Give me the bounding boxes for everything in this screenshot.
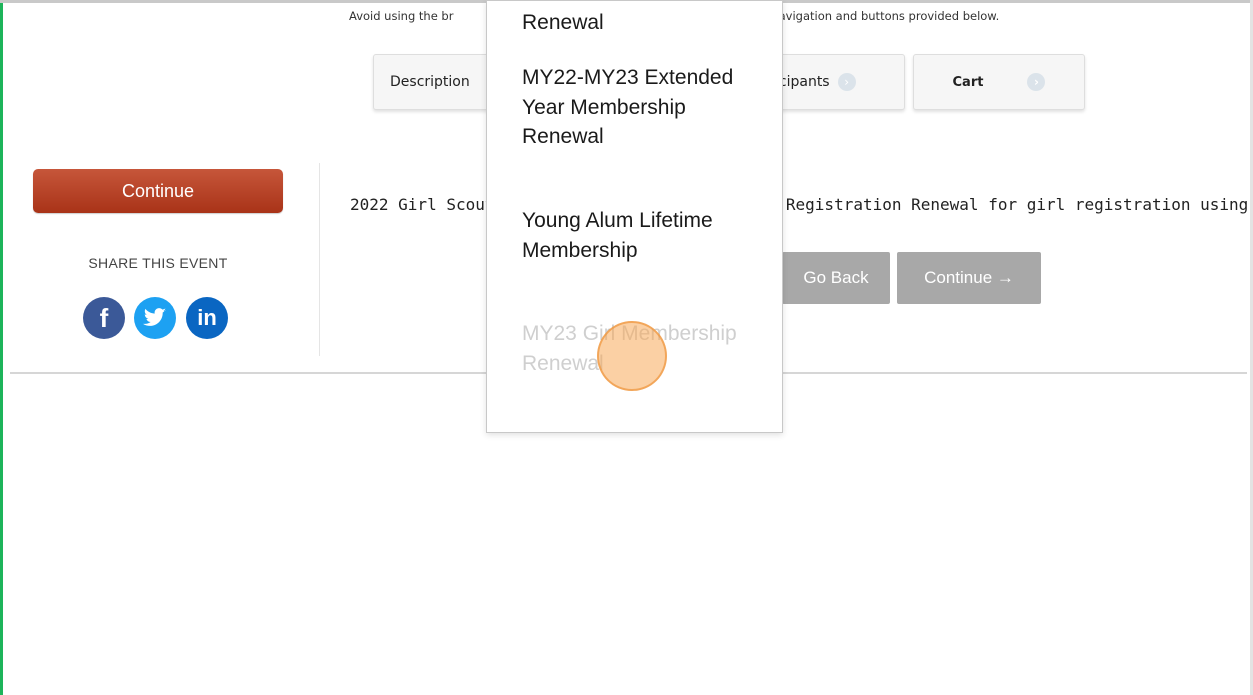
dropdown-option[interactable]: Young Alum Lifetime Membership <box>522 206 762 265</box>
chevron-right-icon: › <box>1027 73 1046 91</box>
linkedin-icon[interactable]: in <box>186 297 228 339</box>
dropdown-option[interactable]: Renewal <box>522 8 762 38</box>
event-description: 2022 Girl Scout ip Registration Renewal … <box>350 195 1253 214</box>
twitter-icon[interactable]: t <box>134 297 176 339</box>
tab-participants-label: icipants <box>775 74 830 90</box>
chevron-right-icon: › <box>837 73 856 91</box>
continue-button[interactable]: Continue → <box>897 252 1041 304</box>
tab-cart[interactable]: Cart › <box>913 54 1085 110</box>
dropdown-option[interactable]: MY22-MY23 Extended Year Membership Renew… <box>522 63 762 152</box>
facebook-glyph: f <box>99 302 109 333</box>
click-indicator <box>597 321 667 391</box>
notice-right-text: the navigation and buttons provided belo… <box>748 9 1000 23</box>
sidebar-continue-button[interactable]: Continue <box>33 169 283 213</box>
tab-cart-label: Cart <box>952 74 984 90</box>
event-description-left: 2022 Girl Scout <box>350 195 495 214</box>
window-left-border <box>0 0 3 695</box>
share-event-title: SHARE THIS EVENT <box>88 255 228 271</box>
twitter-bird-glyph <box>143 308 166 326</box>
tab-description-label: Description <box>390 74 470 90</box>
event-description-right: ip Registration Renewal for girl registr… <box>757 195 1253 214</box>
go-back-button[interactable]: Go Back <box>782 252 890 304</box>
tab-description[interactable]: Description <box>373 54 493 110</box>
facebook-icon[interactable]: f <box>83 297 125 339</box>
linkedin-glyph: in <box>197 305 217 330</box>
notice-left-text: Avoid using the br <box>349 9 454 23</box>
sidebar-divider <box>319 163 320 356</box>
